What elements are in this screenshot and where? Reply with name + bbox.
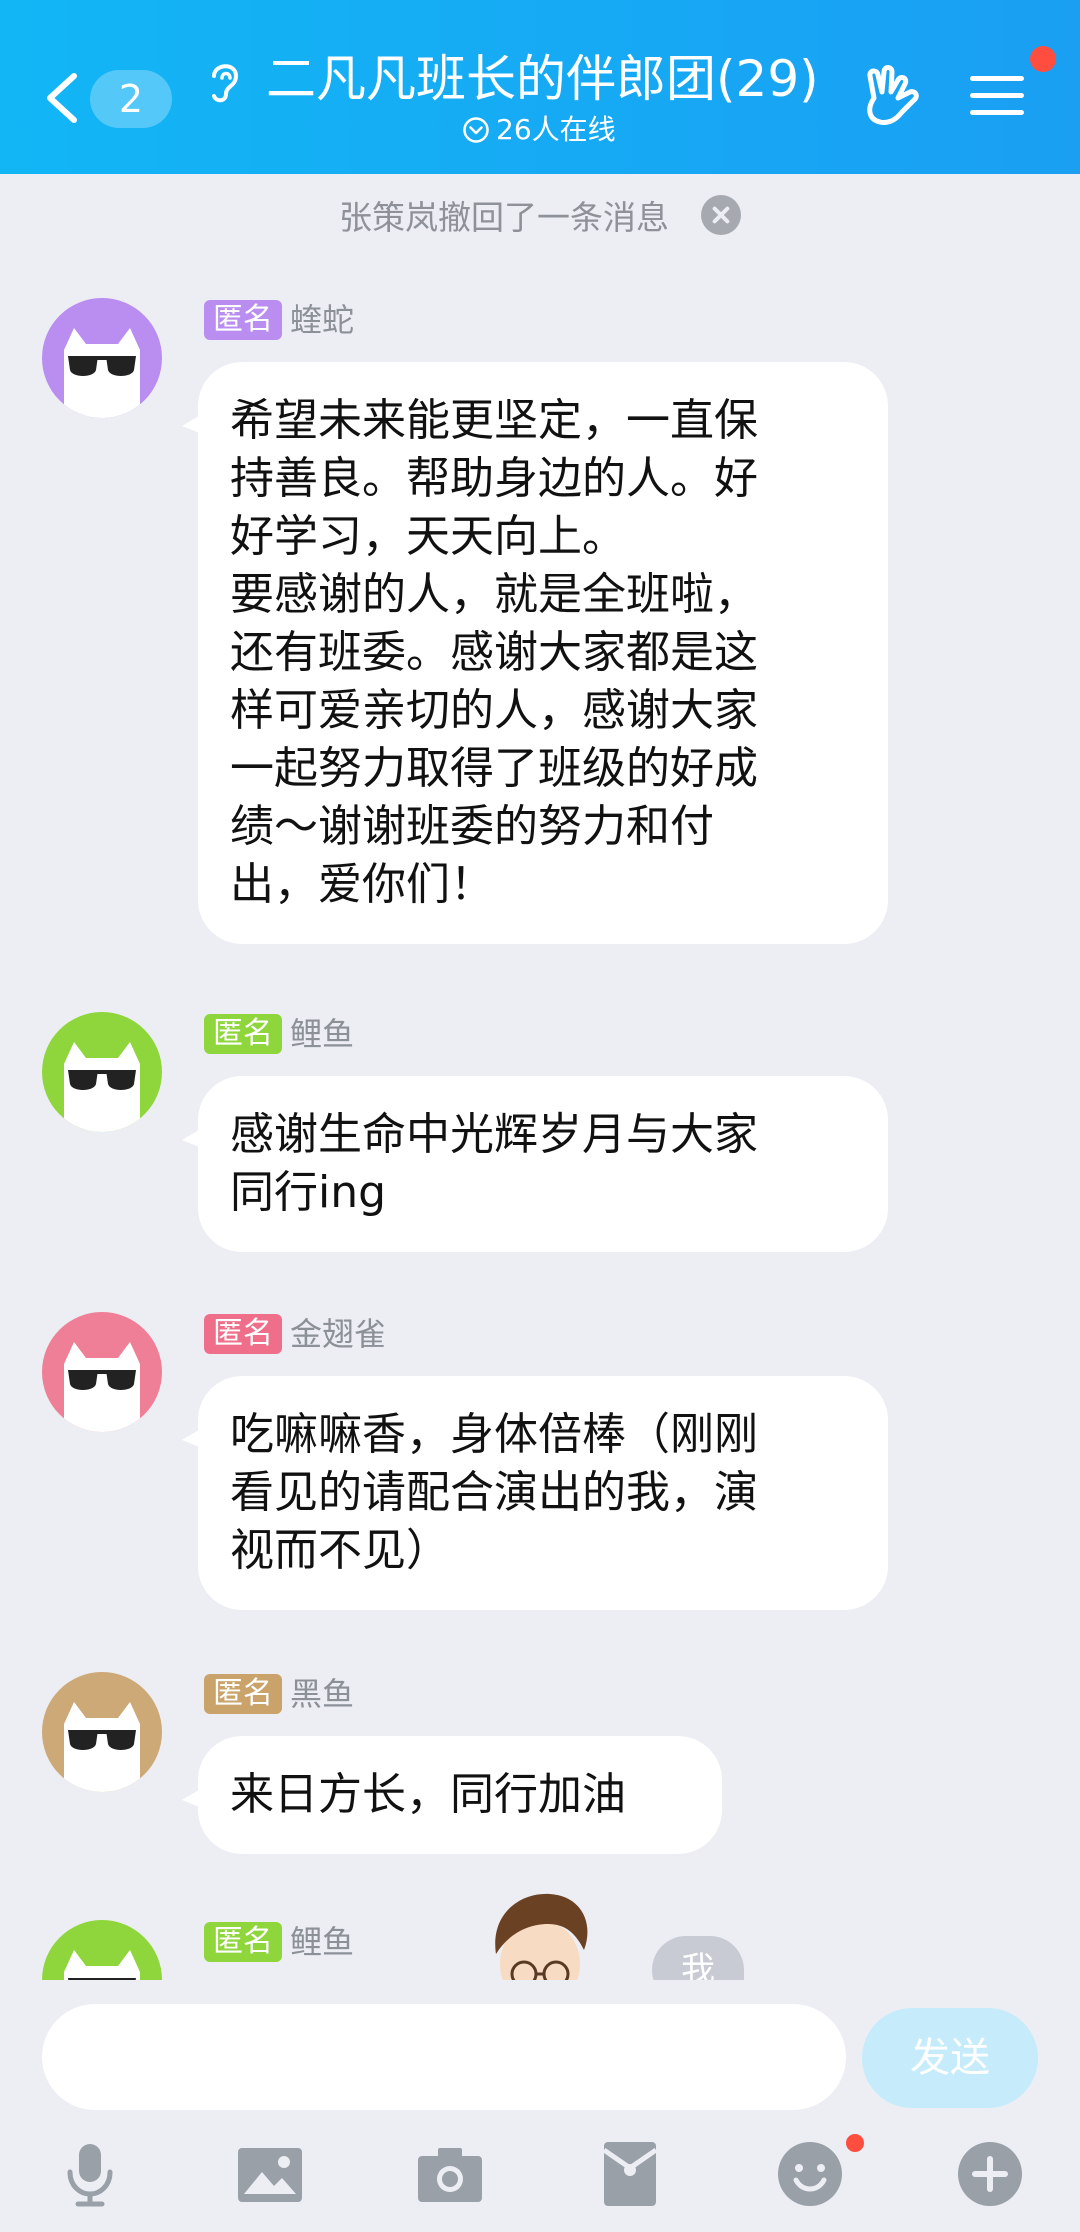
avatar[interactable] [42,1672,162,1792]
menu-icon[interactable] [970,72,1024,120]
online-count: 26人在线 [496,113,616,146]
cat-sunglasses-avatar-icon [42,298,162,418]
red-packet-icon [602,2142,658,2206]
anonymous-tag: 匿名 [204,1314,282,1354]
anonymous-tag: 匿名 [204,1674,282,1714]
sender-name[interactable]: 鲤鱼 [290,1920,354,1964]
message-bubble[interactable]: 希望未来能更坚定，一直保 持善良。帮助身边的人。好 好学习，天天向上。 要感谢的… [198,362,888,944]
chat-header: 2 二凡凡班长的伴郎团(29) 26人在线 [0,0,1080,174]
notification-dot [846,2134,864,2152]
sender-row: 匿名 鲤鱼 [204,1920,354,1964]
chat-screen: 2 二凡凡班长的伴郎团(29) 26人在线 张策岚撤回了一条消息 匿名 蝰蛇 希… [0,0,1080,2232]
input-bar: 发送 [0,1980,1080,2232]
cat-sunglasses-avatar-icon [42,1672,162,1792]
avatar[interactable] [42,1920,162,1980]
recall-text: 张策岚撤回了一条消息 [339,198,669,237]
message-bubble[interactable]: 来日方长，同行加油 [198,1736,722,1854]
image-button[interactable] [234,2138,306,2210]
back-button[interactable]: 2 [44,62,174,134]
cat-sunglasses-avatar-icon [42,1012,162,1132]
send-button[interactable]: 发送 [862,2008,1038,2108]
chevron-left-icon [47,73,77,123]
mic-icon [67,2144,113,2207]
message-input[interactable] [42,2004,846,2110]
ear-icon[interactable] [202,56,246,106]
cat-sunglasses-avatar-icon [42,1312,162,1432]
sender-name[interactable]: 金翅雀 [290,1312,386,1356]
emoji-button[interactable] [774,2138,846,2210]
online-status[interactable]: 26人在线 [462,110,616,150]
anonymous-tag: 匿名 [204,1922,282,1962]
image-icon [238,2148,302,2202]
mic-button[interactable] [54,2138,126,2210]
message-bubble[interactable]: 吃嘛嘛香，身体倍棒（刚刚 看见的请配合演出的我，演 视而不见） [198,1376,888,1610]
sender-row: 匿名 黑鱼 [204,1672,354,1716]
sender-row: 匿名 蝰蛇 [204,298,354,342]
emoji-icon [778,2142,842,2206]
avatar[interactable] [42,1012,162,1132]
chevron-down-circle-icon [463,117,489,143]
anonymous-tag: 匿名 [204,1014,282,1054]
hand-gesture-icon[interactable] [858,62,924,132]
red-packet-button[interactable] [594,2138,666,2210]
avatar[interactable] [42,298,162,418]
notification-dot [1030,46,1056,72]
sender-row: 匿名 金翅雀 [204,1312,386,1356]
unread-count-badge: 2 [90,70,172,128]
camera-button[interactable] [414,2138,486,2210]
close-icon[interactable] [701,195,741,235]
sender-name[interactable]: 蝰蛇 [290,298,354,342]
avatar[interactable] [42,1312,162,1432]
sender-row: 匿名 鲤鱼 [204,1012,354,1056]
sender-name[interactable]: 黑鱼 [290,1672,354,1716]
anonymous-tag: 匿名 [204,300,282,340]
cat-sunglasses-avatar-icon [42,1920,162,1980]
group-title[interactable]: 二凡凡班长的伴郎团(29) [266,42,826,116]
camera-icon [418,2148,482,2202]
message-bubble[interactable]: 感谢生命中光辉岁月与大家 同行ing [198,1076,888,1252]
recall-notice: 张策岚撤回了一条消息 [0,188,1080,242]
plus-icon [958,2142,1022,2206]
sender-name[interactable]: 鲤鱼 [290,1012,354,1056]
plus-button[interactable] [954,2138,1026,2210]
